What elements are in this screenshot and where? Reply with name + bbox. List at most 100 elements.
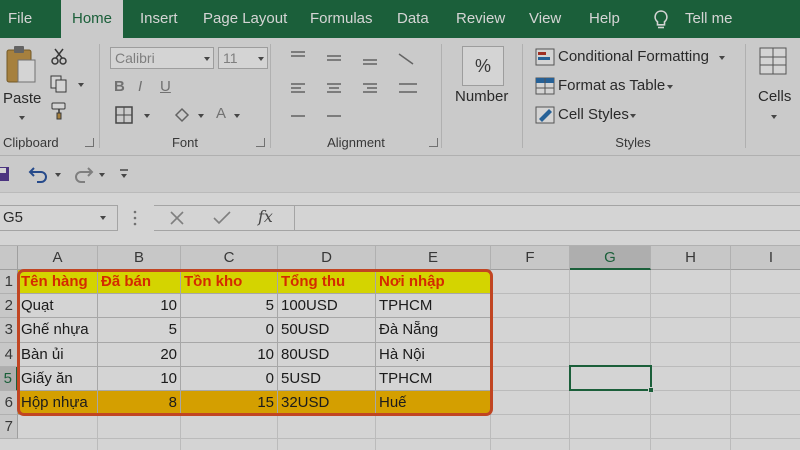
paste-dropdown-icon[interactable]	[19, 116, 25, 120]
enter-icon[interactable]	[212, 209, 232, 227]
cell-c3[interactable]: 0	[181, 318, 278, 343]
percent-icon[interactable]: %	[462, 46, 504, 86]
cell-b1[interactable]: Đã bán	[98, 270, 181, 295]
tab-file[interactable]: File	[8, 0, 32, 38]
cut-icon[interactable]	[50, 48, 68, 66]
alignment-icons[interactable]	[287, 46, 427, 128]
tab-page-layout[interactable]: Page Layout	[203, 0, 287, 38]
font-size-dropdown-icon[interactable]	[258, 57, 264, 61]
borders-dropdown-icon[interactable]	[144, 114, 150, 118]
tab-view[interactable]: View	[529, 0, 561, 38]
select-all-corner[interactable]	[0, 246, 18, 270]
fill-color-dropdown-icon[interactable]	[198, 114, 204, 118]
clipboard-launcher-icon[interactable]	[85, 138, 94, 147]
cell-e4[interactable]: Hà Nội	[376, 342, 491, 367]
customize-toolbar-icon[interactable]	[119, 168, 129, 180]
cell-a5[interactable]: Giấy ăn	[18, 366, 98, 391]
fill-handle[interactable]	[648, 387, 654, 393]
cells-icon[interactable]	[758, 46, 788, 76]
undo-dropdown-icon[interactable]	[55, 173, 61, 177]
format-as-table-icon[interactable]	[535, 77, 555, 95]
cell-a2[interactable]: Quạt	[18, 294, 98, 319]
cell-a3[interactable]: Ghế nhựa	[18, 318, 98, 343]
cell-d3[interactable]: 50USD	[278, 318, 376, 343]
tab-formulas[interactable]: Formulas	[310, 0, 373, 38]
paste-icon[interactable]	[4, 44, 38, 86]
font-color-icon[interactable]: A	[216, 105, 226, 122]
cell-styles-button[interactable]: Cell Styles	[558, 106, 629, 123]
row-header-2[interactable]: 2	[0, 294, 18, 319]
format-as-table-button[interactable]: Format as Table	[558, 77, 665, 94]
row-header-7[interactable]: 7	[0, 415, 18, 440]
row-header-4[interactable]: 4	[0, 342, 18, 367]
selected-cell-g5[interactable]	[569, 365, 652, 391]
redo-icon[interactable]	[72, 165, 94, 183]
row-header-5[interactable]: 5	[0, 366, 18, 391]
column-header-c[interactable]: C	[181, 246, 278, 270]
column-header-i[interactable]: I	[731, 246, 800, 270]
tab-data[interactable]: Data	[397, 0, 429, 38]
underline-icon[interactable]: U	[160, 78, 171, 95]
number-format-button[interactable]: Number	[455, 88, 508, 105]
column-header-f[interactable]: F	[491, 246, 570, 270]
insert-function-icon[interactable]: fx	[258, 207, 273, 226]
alignment-launcher-icon[interactable]	[429, 138, 438, 147]
copy-icon[interactable]	[50, 75, 70, 93]
column-header-e[interactable]: E	[376, 246, 491, 270]
cell-d4[interactable]: 80USD	[278, 342, 376, 367]
undo-icon[interactable]	[28, 165, 50, 183]
cell-a6[interactable]: Hộp nhựa	[18, 391, 98, 416]
cell-e5[interactable]: TPHCM	[376, 366, 491, 391]
tab-tell-me[interactable]: Tell me	[685, 0, 733, 38]
column-header-b[interactable]: B	[98, 246, 181, 270]
fill-color-icon[interactable]	[172, 105, 192, 125]
paste-button[interactable]: Paste	[3, 90, 41, 107]
cell-a1[interactable]: Tên hàng	[18, 270, 98, 295]
name-box-dropdown-icon[interactable]	[100, 216, 106, 220]
cell-d1[interactable]: Tổng thu	[278, 270, 376, 295]
cell-c4[interactable]: 10	[181, 342, 278, 367]
formula-input[interactable]	[294, 205, 800, 231]
cell-styles-dropdown-icon[interactable]	[630, 114, 636, 118]
column-header-g[interactable]: G	[570, 246, 651, 270]
cells-button[interactable]: Cells	[758, 88, 791, 105]
tab-insert[interactable]: Insert	[140, 0, 178, 38]
borders-icon[interactable]	[114, 105, 134, 125]
cell-c1[interactable]: Tồn kho	[181, 270, 278, 295]
cell-b2[interactable]: 10	[98, 294, 181, 319]
save-icon[interactable]	[0, 166, 10, 182]
cell-b3[interactable]: 5	[98, 318, 181, 343]
cell-e3[interactable]: Đà Nẵng	[376, 318, 491, 343]
column-header-a[interactable]: A	[18, 246, 98, 270]
cell-e6[interactable]: Huế	[376, 391, 491, 416]
more-options-icon[interactable]	[132, 209, 138, 227]
font-launcher-icon[interactable]	[256, 138, 265, 147]
tab-review[interactable]: Review	[456, 0, 505, 38]
cell-d6[interactable]: 32USD	[278, 391, 376, 416]
column-header-d[interactable]: D	[278, 246, 376, 270]
tab-help[interactable]: Help	[589, 0, 620, 38]
redo-dropdown-icon[interactable]	[99, 173, 105, 177]
conditional-formatting-button[interactable]: Conditional Formatting	[558, 48, 709, 65]
copy-dropdown-icon[interactable]	[78, 83, 84, 87]
bold-icon[interactable]: B	[114, 78, 125, 95]
cell-c2[interactable]: 5	[181, 294, 278, 319]
font-color-dropdown-icon[interactable]	[234, 114, 240, 118]
format-as-table-dropdown-icon[interactable]	[667, 85, 673, 89]
conditional-formatting-dropdown-icon[interactable]	[719, 56, 725, 60]
cell-b4[interactable]: 20	[98, 342, 181, 367]
cancel-icon[interactable]	[168, 209, 186, 227]
row-header-1[interactable]: 1	[0, 270, 18, 295]
cell-b6[interactable]: 8	[98, 391, 181, 416]
cell-a4[interactable]: Bàn ủi	[18, 342, 98, 367]
cell-c6[interactable]: 15	[181, 391, 278, 416]
format-painter-icon[interactable]	[51, 102, 69, 120]
cell-d2[interactable]: 100USD	[278, 294, 376, 319]
italic-icon[interactable]: I	[138, 78, 142, 95]
cell-e2[interactable]: TPHCM	[376, 294, 491, 319]
cell-d5[interactable]: 5USD	[278, 366, 376, 391]
column-header-h[interactable]: H	[651, 246, 731, 270]
conditional-formatting-icon[interactable]	[535, 48, 555, 66]
cell-e1[interactable]: Nơi nhập	[376, 270, 491, 295]
row-header-3[interactable]: 3	[0, 318, 18, 343]
